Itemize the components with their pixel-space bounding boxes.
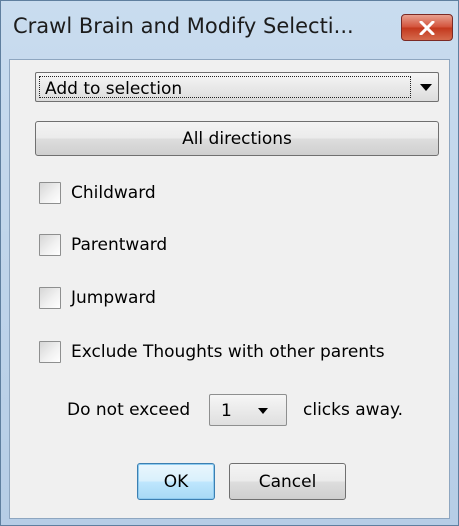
title-bar[interactable]: Crawl Brain and Modify Selecti...	[1, 1, 458, 59]
limit-prefix-label: Do not exceed	[67, 400, 191, 420]
parentward-option[interactable]: Parentward	[39, 232, 167, 258]
mode-dropdown-value: Add to selection	[45, 79, 183, 99]
ok-button[interactable]: OK	[137, 463, 215, 500]
jumpward-checkbox[interactable]	[39, 287, 61, 309]
parentward-label: Parentward	[71, 235, 168, 255]
exclude-checkbox[interactable]	[39, 341, 61, 363]
cancel-button[interactable]: Cancel	[229, 463, 346, 500]
limit-suffix-label: clicks away.	[303, 400, 404, 420]
jumpward-option[interactable]: Jumpward	[39, 285, 156, 311]
childward-option[interactable]: Childward	[39, 180, 156, 206]
exclude-label: Exclude Thoughts with other parents	[71, 342, 385, 362]
chevron-down-icon	[420, 84, 432, 91]
childward-label: Childward	[71, 183, 156, 203]
dialog-window: Crawl Brain and Modify Selecti... Add to…	[0, 0, 459, 526]
close-button[interactable]	[401, 14, 453, 41]
click-limit-dropdown[interactable]: 1	[209, 394, 287, 426]
exclude-option[interactable]: Exclude Thoughts with other parents	[39, 339, 385, 365]
close-icon	[419, 20, 435, 35]
click-limit-row: Do not exceed 1 clicks away.	[10, 394, 449, 428]
jumpward-label: Jumpward	[71, 288, 156, 308]
all-directions-button[interactable]: All directions	[35, 121, 439, 156]
click-limit-value: 1	[221, 401, 232, 421]
chevron-down-icon	[258, 408, 268, 414]
mode-dropdown[interactable]: Add to selection	[35, 72, 439, 102]
childward-checkbox[interactable]	[39, 182, 61, 204]
focus-rect: Add to selection	[39, 76, 411, 99]
parentward-checkbox[interactable]	[39, 234, 61, 256]
window-title: Crawl Brain and Modify Selecti...	[13, 14, 354, 38]
dialog-content: Add to selection All directions Childwar…	[9, 59, 450, 519]
